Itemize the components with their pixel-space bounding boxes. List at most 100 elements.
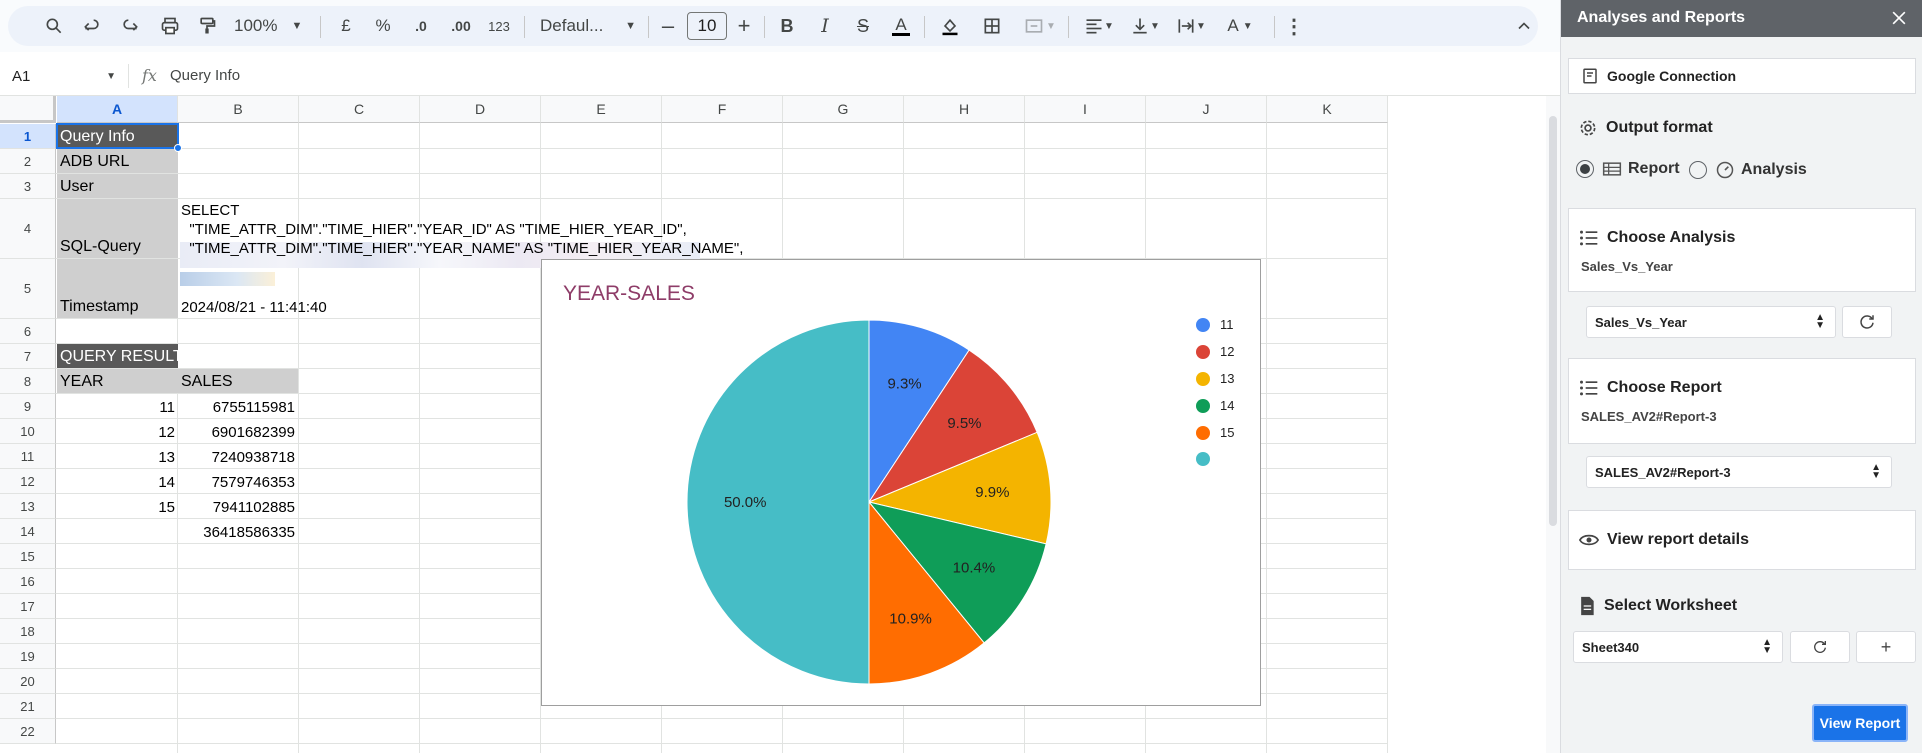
increase-decimal-button[interactable]: .00 [444,12,478,40]
print-icon[interactable] [156,12,184,40]
cell-a4[interactable]: SQL-Query [57,199,178,258]
add-worksheet-button[interactable]: + [1856,631,1916,663]
result-sales-cell[interactable]: 7240938718 [178,444,298,468]
row-header-21[interactable]: 21 [0,694,56,719]
zoom-select[interactable]: 100% ▼ [234,12,302,40]
column-header-k[interactable]: K [1267,96,1388,123]
row-header-15[interactable]: 15 [0,544,56,569]
legend-item[interactable]: 13 [1196,371,1234,386]
refresh-analysis-button[interactable] [1842,306,1892,338]
legend-item[interactable]: 15 [1196,425,1234,440]
paint-format-icon[interactable] [193,12,221,40]
legend-item[interactable]: 14 [1196,398,1234,413]
radio-report[interactable]: Report [1576,160,1680,178]
row-header-10[interactable]: 10 [0,419,56,444]
legend-item[interactable]: 11 [1196,317,1234,332]
column-header-g[interactable]: G [783,96,904,123]
text-color-icon[interactable]: A [888,12,914,40]
row-header-7[interactable]: 7 [0,344,56,369]
row-header-13[interactable]: 13 [0,494,56,519]
column-header-f[interactable]: F [662,96,783,123]
vertical-align-icon[interactable]: ▼ [1126,12,1164,40]
more-options-icon[interactable]: ⋮ [1284,12,1304,40]
column-header-e[interactable]: E [541,96,662,123]
cell-a1[interactable]: Query Info [57,124,178,148]
pie-chart[interactable]: YEAR-SALES 9.3% 9.5% 9.9% 10.4% 10.9% 50.0% 1… [541,259,1261,706]
cell-b8[interactable]: SALES [178,369,298,393]
view-report-button[interactable]: View Report [1812,704,1908,742]
row-header-18[interactable]: 18 [0,619,56,644]
result-sales-cell[interactable]: 6755115981 [178,394,298,418]
cell-a7[interactable]: QUERY RESULT [57,344,178,368]
decrease-decimal-button[interactable]: .0 [406,12,436,40]
result-sales-cell[interactable]: 7579746353 [178,469,298,493]
cell-a5[interactable]: Timestamp [57,259,178,318]
merge-cells-icon[interactable]: ▼ [1018,12,1062,40]
close-icon[interactable] [1887,6,1911,30]
strikethrough-icon[interactable]: S [850,12,876,40]
font-size-decrease-icon[interactable]: – [656,12,680,40]
text-wrapping-icon[interactable]: ▼ [1172,12,1210,40]
horizontal-align-icon[interactable]: ▼ [1080,12,1118,40]
select-all-corner[interactable] [0,96,56,123]
bold-icon[interactable]: B [774,12,800,40]
row-header-22[interactable]: 22 [0,719,56,744]
result-year-cell[interactable]: 13 [57,444,178,468]
row-header-1[interactable]: 1 [0,124,56,149]
row-header-9[interactable]: 9 [0,394,56,419]
redo-icon[interactable] [116,12,144,40]
row-header-2[interactable]: 2 [0,149,56,174]
fill-handle[interactable] [174,144,182,152]
currency-format-button[interactable]: £ [334,12,358,40]
row-header-12[interactable]: 12 [0,469,56,494]
row-header-5[interactable]: 5 [0,259,56,319]
refresh-worksheet-button[interactable] [1790,631,1850,663]
search-icon[interactable] [40,12,68,40]
column-header-c[interactable]: C [299,96,420,123]
legend-item[interactable] [1196,452,1220,466]
cell-b5[interactable]: 2024/08/21 - 11:41:40 [178,259,418,318]
cell-a2[interactable]: ADB URL [57,149,178,173]
worksheet-select[interactable]: Sheet340 ▲ ▼ [1573,631,1783,663]
font-family-select[interactable]: Defaul... ▼ [540,12,636,40]
cell-b4[interactable]: SELECT "TIME_ATTR_DIM"."TIME_HIER"."YEAR… [178,199,798,258]
column-header-i[interactable]: I [1025,96,1146,123]
number-format-button[interactable]: 123 [484,12,514,40]
row-header-6[interactable]: 6 [0,319,56,344]
row-header-17[interactable]: 17 [0,594,56,619]
fill-color-icon[interactable] [936,12,964,40]
result-year-cell[interactable]: 12 [57,419,178,443]
cell-a3[interactable]: User [57,174,178,198]
row-header-4[interactable]: 4 [0,199,56,259]
collapse-toolbar-icon[interactable] [1512,12,1536,40]
row-header-19[interactable]: 19 [0,644,56,669]
vertical-scrollbar[interactable] [1546,96,1560,753]
scrollbar-thumb[interactable] [1549,116,1557,526]
formula-input[interactable]: Query Info [170,67,240,84]
borders-icon[interactable] [978,12,1006,40]
column-header-a[interactable]: A [57,96,178,123]
cell-a8[interactable]: YEAR [57,369,178,393]
percent-format-button[interactable]: % [371,12,395,40]
result-year-cell[interactable]: 11 [57,394,178,418]
name-box[interactable]: A1 ▼ [12,64,122,88]
connection-button[interactable]: Google Connection [1568,58,1916,94]
font-size-increase-icon[interactable]: + [732,12,756,40]
row-header-16[interactable]: 16 [0,569,56,594]
view-details-card[interactable]: View report details [1568,510,1916,570]
font-size-input[interactable]: 10 [687,12,727,40]
row-header-8[interactable]: 8 [0,369,56,394]
result-sales-cell[interactable]: 6901682399 [178,419,298,443]
row-header-11[interactable]: 11 [0,444,56,469]
pie-slice[interactable] [686,319,870,685]
radio-analysis[interactable]: Analysis [1689,160,1807,180]
report-select[interactable]: SALES_AV2#Report-3 ▲ ▼ [1586,456,1892,488]
result-sales-cell[interactable]: 36418586335 [178,519,298,543]
analysis-select[interactable]: Sales_Vs_Year ▲ ▼ [1586,306,1836,338]
column-header-h[interactable]: H [904,96,1025,123]
row-header-20[interactable]: 20 [0,669,56,694]
column-header-b[interactable]: B [178,96,299,123]
text-rotation-icon[interactable]: A ▼ [1220,12,1260,40]
result-year-cell[interactable]: 14 [57,469,178,493]
column-header-d[interactable]: D [420,96,541,123]
